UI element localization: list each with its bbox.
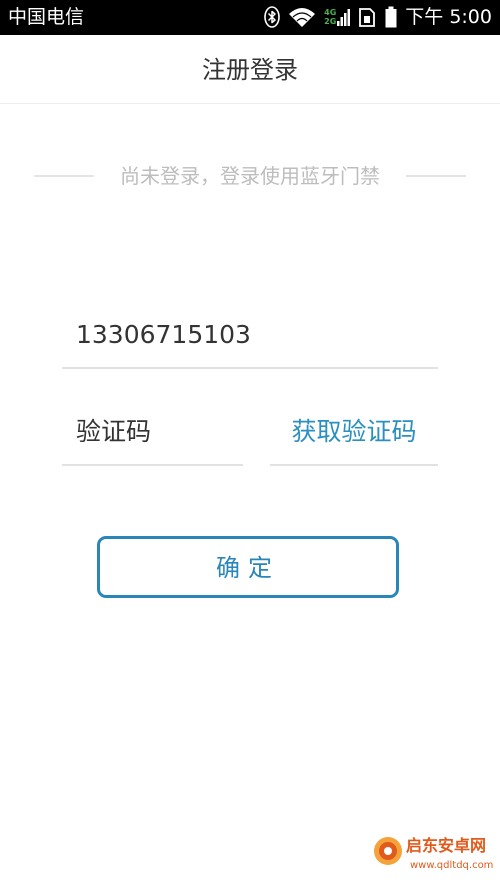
- sim-icon: [359, 6, 377, 28]
- status-time: 下午 5:00: [405, 6, 492, 28]
- get-code-label: 获取验证码: [291, 417, 417, 446]
- hint-divider-right: [406, 175, 466, 177]
- login-hint-text: 尚未登录，登录使用蓝牙门禁: [120, 164, 380, 188]
- status-bar: 中国电信 4G 2G 下午 5:00: [0, 0, 500, 35]
- watermark: 启东安卓网 www.qdltdq.com: [370, 820, 496, 886]
- confirm-button[interactable]: 确定: [97, 536, 399, 598]
- phone-input[interactable]: 13306715103: [62, 312, 438, 369]
- page-title: 注册登录: [202, 56, 298, 84]
- signal-icon: [337, 7, 351, 27]
- network-type-top: 4G: [324, 8, 337, 17]
- watermark-url: www.qdltdq.com: [410, 860, 494, 871]
- login-hint: 尚未登录，登录使用蓝牙门禁: [34, 162, 466, 190]
- battery-icon: [385, 6, 397, 28]
- verification-code-placeholder: 验证码: [76, 417, 152, 446]
- watermark-logo-icon: [372, 834, 404, 872]
- hint-divider-left: [34, 175, 94, 177]
- verification-code-input[interactable]: 验证码: [62, 410, 243, 466]
- network-type-bottom: 2G: [324, 17, 337, 26]
- status-icons: 4G 2G 下午 5:00: [264, 3, 492, 31]
- watermark-title: 启东安卓网: [406, 836, 487, 855]
- bluetooth-icon: [264, 6, 280, 28]
- get-code-button[interactable]: 获取验证码: [270, 410, 438, 466]
- app-screen: 中国电信 4G 2G 下午 5:00 注册登录 尚未登录，登录使用蓝牙门禁 13…: [0, 0, 500, 889]
- carrier-name: 中国电信: [8, 6, 85, 28]
- phone-input-value: 13306715103: [76, 320, 251, 349]
- app-header: 注册登录: [0, 35, 500, 104]
- wifi-icon: [288, 6, 316, 28]
- confirm-label: 确定: [216, 554, 280, 582]
- network-type: 4G 2G: [324, 8, 336, 26]
